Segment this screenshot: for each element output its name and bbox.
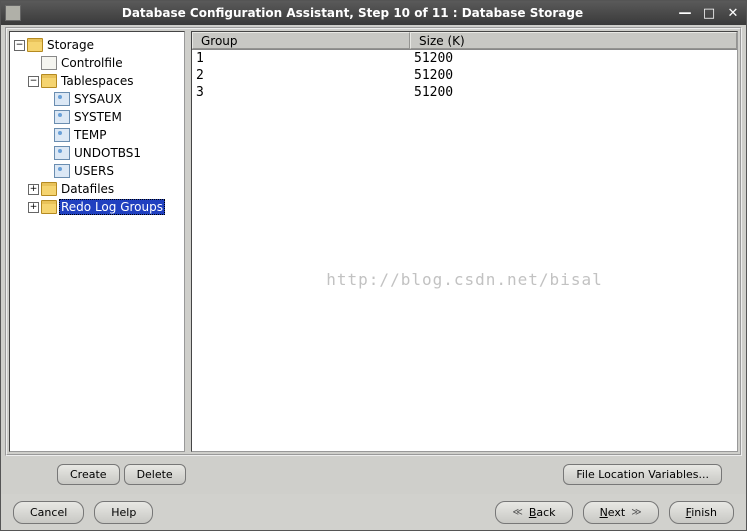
delete-button[interactable]: Delete	[124, 464, 186, 485]
column-header-group[interactable]: Group	[192, 32, 410, 49]
table-row[interactable]: 3 51200	[192, 84, 737, 101]
document-icon	[41, 56, 57, 70]
collapse-icon[interactable]: −	[28, 76, 39, 87]
table-row[interactable]: 2 51200	[192, 67, 737, 84]
window-controls: — □ ✕	[676, 5, 742, 21]
app-icon	[5, 5, 21, 21]
tree-ts-sysaux[interactable]: SYSAUX	[12, 90, 182, 108]
table-pane: Group Size (K) 1 51200 2 51200 3 51200	[191, 31, 738, 452]
tablespace-icon	[54, 128, 70, 142]
table-body[interactable]: 1 51200 2 51200 3 51200 http://blog.csdn…	[192, 50, 737, 451]
tree-pane[interactable]: − Storage Controlfile − Tablespaces	[9, 31, 185, 452]
tablespace-icon	[54, 110, 70, 124]
tree-root-storage[interactable]: − Storage	[12, 36, 182, 54]
window: Database Configuration Assistant, Step 1…	[0, 0, 747, 531]
cell-size: 51200	[410, 51, 737, 66]
main-panel: − Storage Controlfile − Tablespaces	[5, 27, 742, 456]
tree-label: USERS	[72, 164, 116, 178]
table-row[interactable]: 1 51200	[192, 50, 737, 67]
tree-label: SYSTEM	[72, 110, 124, 124]
back-button[interactable]: ≪ Back	[495, 501, 572, 524]
tablespace-icon	[54, 146, 70, 160]
tree-ts-users[interactable]: USERS	[12, 162, 182, 180]
cell-group: 2	[192, 68, 410, 83]
tree-tablespaces[interactable]: − Tablespaces	[12, 72, 182, 90]
chevron-right-icon: ≫	[631, 507, 641, 518]
collapse-icon[interactable]: −	[14, 40, 25, 51]
file-location-variables-button[interactable]: File Location Variables...	[563, 464, 722, 485]
folder-icon	[27, 38, 43, 52]
table-header: Group Size (K)	[192, 32, 737, 50]
tree-label: Redo Log Groups	[59, 199, 165, 215]
finish-button[interactable]: Finish	[669, 501, 734, 524]
tree-label: Datafiles	[59, 182, 116, 196]
bottom-button-bar: Cancel Help ≪ Back Next ≫ Finish	[1, 494, 746, 530]
tree-datafiles[interactable]: + Datafiles	[12, 180, 182, 198]
tree-redo-log-groups[interactable]: + Redo Log Groups	[12, 198, 182, 216]
cell-group: 1	[192, 51, 410, 66]
expand-icon[interactable]: +	[28, 184, 39, 195]
tree-label: Storage	[45, 38, 96, 52]
tree-ts-undotbs1[interactable]: UNDOTBS1	[12, 144, 182, 162]
cancel-button[interactable]: Cancel	[13, 501, 84, 524]
tablespace-icon	[54, 164, 70, 178]
column-header-size[interactable]: Size (K)	[410, 32, 737, 49]
folder-icon	[41, 200, 57, 214]
maximize-button[interactable]: □	[700, 5, 718, 21]
tree-label: Controlfile	[59, 56, 125, 70]
tree-controlfile[interactable]: Controlfile	[12, 54, 182, 72]
content-area: − Storage Controlfile − Tablespaces	[1, 25, 746, 494]
tree-label: UNDOTBS1	[72, 146, 143, 160]
window-title: Database Configuration Assistant, Step 1…	[29, 6, 676, 20]
back-label: Back	[529, 506, 556, 519]
cell-group: 3	[192, 85, 410, 100]
next-label: Next	[600, 506, 626, 519]
tree-ts-temp[interactable]: TEMP	[12, 126, 182, 144]
mid-button-bar: Create Delete File Location Variables...	[5, 456, 742, 492]
tree-ts-system[interactable]: SYSTEM	[12, 108, 182, 126]
close-button[interactable]: ✕	[724, 5, 742, 21]
chevron-left-icon: ≪	[512, 507, 522, 518]
folder-icon	[41, 74, 57, 88]
finish-label: Finish	[686, 506, 717, 519]
create-button[interactable]: Create	[57, 464, 120, 485]
titlebar: Database Configuration Assistant, Step 1…	[1, 1, 746, 25]
spacer-icon	[28, 58, 39, 69]
tree-label: Tablespaces	[59, 74, 136, 88]
cell-size: 51200	[410, 85, 737, 100]
expand-icon[interactable]: +	[28, 202, 39, 213]
minimize-button[interactable]: —	[676, 5, 694, 21]
help-button[interactable]: Help	[94, 501, 153, 524]
cell-size: 51200	[410, 68, 737, 83]
tablespace-icon	[54, 92, 70, 106]
next-button[interactable]: Next ≫	[583, 501, 659, 524]
tree-label: TEMP	[72, 128, 109, 142]
tree-label: SYSAUX	[72, 92, 124, 106]
folder-icon	[41, 182, 57, 196]
watermark-text: http://blog.csdn.net/bisal	[192, 270, 737, 289]
